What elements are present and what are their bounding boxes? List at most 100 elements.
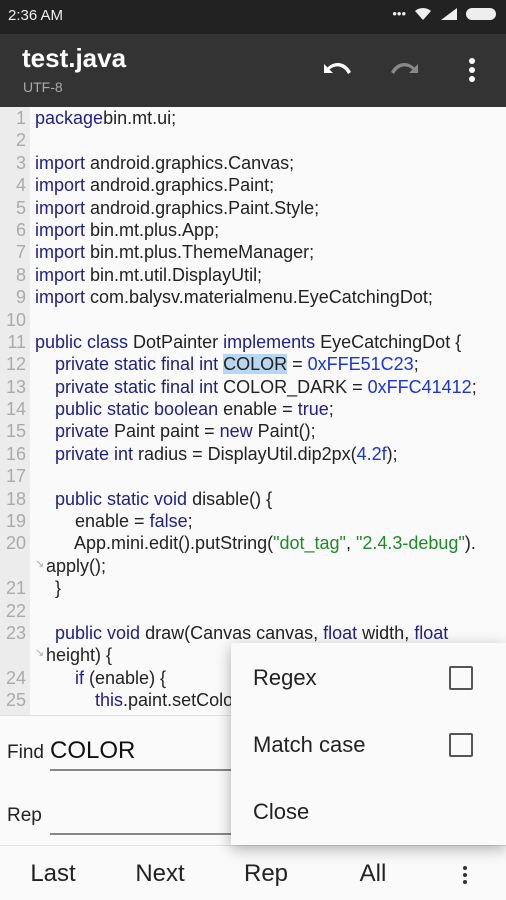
battery-icon — [466, 7, 496, 20]
code-token: android.graphics.Paint; — [85, 175, 275, 196]
code-text: private static final int COLOR = 0xFFE51… — [35, 353, 419, 375]
next-button[interactable]: Next — [135, 860, 184, 888]
code-line: 11 public class DotPainter implements Eye… — [0, 331, 506, 353]
replace-all-button[interactable]: All — [360, 860, 387, 888]
code-token: bin.mt.plus.ThemeManager; — [85, 242, 315, 263]
code-token: (enable) { — [84, 667, 167, 688]
wrap-indicator-icon: ↘ — [35, 647, 45, 660]
code-token: EyeCatchingDot { — [315, 331, 462, 352]
menu-item-label: Close — [253, 799, 310, 824]
line-number: 15 — [5, 421, 26, 442]
code-line: 2 — [0, 129, 506, 151]
code-token: bin.mt.plus.App; — [85, 219, 220, 240]
keyword-token: import — [35, 175, 86, 196]
code-line: 15 private Paint paint = new Paint(); — [0, 420, 506, 442]
line-number: 5 — [15, 197, 26, 218]
code-text: } — [35, 577, 61, 599]
menu-item-regex[interactable]: Regex — [231, 643, 506, 710]
search-actions-bar: Last Next Rep All — [0, 845, 506, 900]
line-number: 2 — [15, 130, 26, 151]
line-number: 6 — [15, 219, 26, 240]
code-token: , — [345, 533, 356, 554]
code-token: height) { — [46, 645, 113, 666]
code-token: = — [287, 354, 308, 375]
code-line: 13 private static final int COLOR_DARK =… — [0, 376, 506, 398]
code-editor[interactable]: 1 packagebin.mt.ui; 2 3 import android.graph… — [0, 107, 506, 715]
line-number: 11 — [7, 331, 26, 352]
undo-icon — [324, 62, 351, 74]
line-number: 1 — [15, 108, 26, 128]
code-token: draw(Canvas canvas, — [140, 622, 324, 643]
line-number: 19 — [5, 511, 26, 532]
code-token: bin.mt.util.DisplayUtil; — [85, 264, 263, 285]
regex-checkbox[interactable] — [449, 666, 473, 690]
code-text: if (enable) { — [35, 667, 166, 689]
keyword-token: import — [35, 242, 86, 263]
code-token: radius = DisplayUtil.dip2px( — [133, 443, 357, 464]
search-options-menu: Regex Match case Close — [231, 643, 506, 845]
more-vert-icon — [469, 58, 475, 82]
string-token: "dot_tag" — [273, 533, 346, 554]
menu-item-match-case[interactable]: Match case — [231, 710, 506, 777]
more-options-button[interactable] — [456, 54, 488, 86]
match-case-checkbox[interactable] — [449, 733, 473, 757]
signal-icon — [441, 7, 457, 20]
number-token: 0xFFC41412 — [367, 376, 472, 397]
code-token: enable = — [218, 399, 298, 420]
keyword-token: if — [35, 667, 85, 688]
code-text: import bin.mt.plus.ThemeManager; — [35, 241, 314, 263]
line-number: 13 — [5, 376, 26, 397]
code-line: 3 import android.graphics.Canvas; — [0, 152, 506, 174]
keyword-token: true — [297, 399, 329, 420]
code-token: App.mini.edit().putString( — [35, 533, 274, 554]
code-line-continuation: ↘ apply(); — [0, 555, 506, 577]
more-dots-icon: ••• — [392, 6, 406, 21]
code-token: com.balysv.materialmenu.EyeCatchingDot; — [85, 287, 433, 308]
more-vert-icon — [463, 866, 467, 884]
keyword-token: private — [35, 421, 110, 442]
code-text: import bin.mt.util.DisplayUtil; — [35, 264, 262, 286]
code-text: public class DotPainter implements EyeCa… — [35, 331, 461, 353]
code-line: 18 public static void disable() { — [0, 488, 506, 510]
last-button[interactable]: Last — [30, 860, 75, 888]
line-number: 17 — [5, 466, 26, 487]
undo-button[interactable] — [321, 54, 353, 86]
keyword-token: false — [149, 511, 188, 532]
redo-button[interactable] — [389, 54, 421, 86]
code-line: 9 import com.balysv.materialmenu.EyeCatch… — [0, 286, 506, 308]
code-token: enable = — [35, 511, 150, 532]
line-number: 4 — [15, 175, 26, 196]
file-title: test.java — [22, 43, 127, 73]
code-text: enable = false; — [35, 510, 193, 532]
find-label: Find — [7, 742, 44, 763]
line-number: 16 — [5, 443, 26, 464]
code-token: ). — [464, 533, 476, 554]
code-line: 16 private int radius = DisplayUtil.dip2… — [0, 443, 506, 465]
keyword-token: this — [35, 690, 124, 711]
code-line: 21 } — [0, 577, 506, 599]
keyword-token: public void — [35, 622, 141, 643]
line-number: 12 — [5, 354, 26, 375]
code-line: 8 import bin.mt.util.DisplayUtil; — [0, 264, 506, 286]
code-text: this.paint.setColor — [35, 689, 239, 711]
keyword-token: package — [35, 108, 104, 128]
code-token: bin.mt.ui; — [103, 108, 177, 128]
keyword-token: import — [35, 264, 86, 285]
keyword-token: public static void — [35, 488, 188, 509]
line-number: 23 — [5, 622, 26, 643]
file-encoding: UTF-8 — [23, 79, 63, 95]
code-text: public static boolean enable = true; — [35, 398, 334, 420]
code-line: 19 enable = false; — [0, 510, 506, 532]
code-text: height) { — [46, 644, 112, 666]
keyword-token: implements — [223, 331, 316, 352]
replace-button[interactable]: Rep — [244, 860, 288, 888]
search-more-button[interactable] — [462, 864, 468, 892]
menu-item-close[interactable]: Close — [231, 777, 506, 844]
code-line: 17 — [0, 465, 506, 487]
line-number: 7 — [15, 242, 26, 263]
replace-label: Rep — [7, 805, 42, 826]
redo-icon — [391, 62, 418, 74]
keyword-token: private static final int — [35, 354, 219, 375]
code-line: 7 import bin.mt.plus.ThemeManager; — [0, 241, 506, 263]
line-number: 14 — [5, 399, 26, 420]
